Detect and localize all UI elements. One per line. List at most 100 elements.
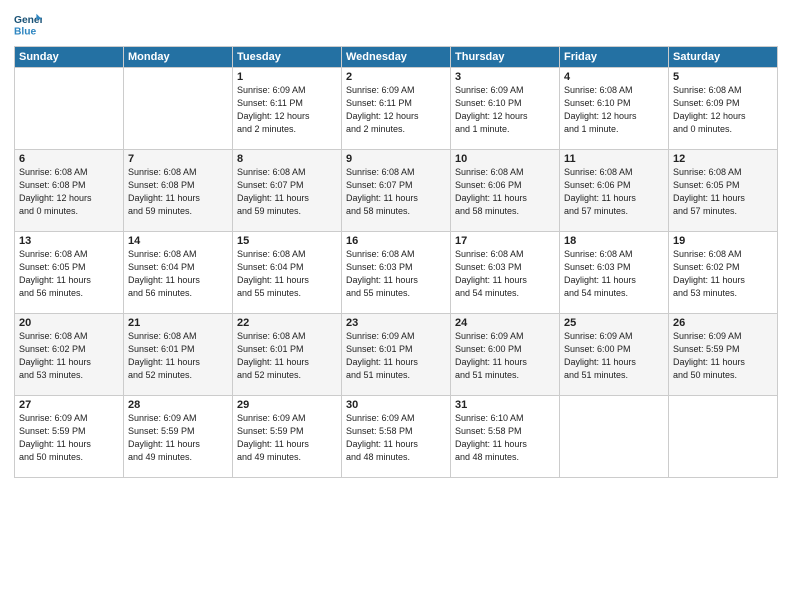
- day-info: Sunrise: 6:08 AMSunset: 6:08 PMDaylight:…: [19, 166, 119, 218]
- calendar-cell: 12Sunrise: 6:08 AMSunset: 6:05 PMDayligh…: [669, 150, 778, 232]
- day-number: 17: [455, 235, 555, 247]
- day-info: Sunrise: 6:08 AMSunset: 6:06 PMDaylight:…: [455, 166, 555, 218]
- day-info: Sunrise: 6:08 AMSunset: 6:05 PMDaylight:…: [19, 248, 119, 300]
- calendar-cell: 28Sunrise: 6:09 AMSunset: 5:59 PMDayligh…: [124, 396, 233, 478]
- calendar-cell: 31Sunrise: 6:10 AMSunset: 5:58 PMDayligh…: [451, 396, 560, 478]
- day-number: 28: [128, 399, 228, 411]
- calendar-cell: 26Sunrise: 6:09 AMSunset: 5:59 PMDayligh…: [669, 314, 778, 396]
- calendar-header-row: SundayMondayTuesdayWednesdayThursdayFrid…: [15, 47, 778, 68]
- calendar-cell: 4Sunrise: 6:08 AMSunset: 6:10 PMDaylight…: [560, 68, 669, 150]
- day-info: Sunrise: 6:08 AMSunset: 6:02 PMDaylight:…: [673, 248, 773, 300]
- day-number: 10: [455, 153, 555, 165]
- header: General Blue: [14, 10, 778, 38]
- calendar-cell: 5Sunrise: 6:08 AMSunset: 6:09 PMDaylight…: [669, 68, 778, 150]
- header-sunday: Sunday: [15, 47, 124, 68]
- calendar-cell: 14Sunrise: 6:08 AMSunset: 6:04 PMDayligh…: [124, 232, 233, 314]
- day-info: Sunrise: 6:08 AMSunset: 6:05 PMDaylight:…: [673, 166, 773, 218]
- calendar-cell: [15, 68, 124, 150]
- calendar-cell: 29Sunrise: 6:09 AMSunset: 5:59 PMDayligh…: [233, 396, 342, 478]
- day-info: Sunrise: 6:08 AMSunset: 6:02 PMDaylight:…: [19, 330, 119, 382]
- day-info: Sunrise: 6:08 AMSunset: 6:04 PMDaylight:…: [128, 248, 228, 300]
- calendar-cell: 16Sunrise: 6:08 AMSunset: 6:03 PMDayligh…: [342, 232, 451, 314]
- day-number: 24: [455, 317, 555, 329]
- logo-icon: General Blue: [14, 10, 42, 38]
- day-number: 9: [346, 153, 446, 165]
- day-info: Sunrise: 6:09 AMSunset: 6:11 PMDaylight:…: [346, 84, 446, 136]
- day-number: 25: [564, 317, 664, 329]
- day-number: 15: [237, 235, 337, 247]
- day-info: Sunrise: 6:08 AMSunset: 6:09 PMDaylight:…: [673, 84, 773, 136]
- day-info: Sunrise: 6:08 AMSunset: 6:08 PMDaylight:…: [128, 166, 228, 218]
- day-number: 3: [455, 71, 555, 83]
- day-info: Sunrise: 6:08 AMSunset: 6:03 PMDaylight:…: [346, 248, 446, 300]
- calendar-cell: 20Sunrise: 6:08 AMSunset: 6:02 PMDayligh…: [15, 314, 124, 396]
- calendar-cell: 7Sunrise: 6:08 AMSunset: 6:08 PMDaylight…: [124, 150, 233, 232]
- day-info: Sunrise: 6:08 AMSunset: 6:04 PMDaylight:…: [237, 248, 337, 300]
- header-tuesday: Tuesday: [233, 47, 342, 68]
- calendar-cell: [124, 68, 233, 150]
- day-info: Sunrise: 6:08 AMSunset: 6:03 PMDaylight:…: [564, 248, 664, 300]
- calendar-cell: [669, 396, 778, 478]
- week-row-5: 27Sunrise: 6:09 AMSunset: 5:59 PMDayligh…: [15, 396, 778, 478]
- week-row-3: 13Sunrise: 6:08 AMSunset: 6:05 PMDayligh…: [15, 232, 778, 314]
- day-info: Sunrise: 6:10 AMSunset: 5:58 PMDaylight:…: [455, 412, 555, 464]
- calendar-cell: 19Sunrise: 6:08 AMSunset: 6:02 PMDayligh…: [669, 232, 778, 314]
- calendar-cell: 8Sunrise: 6:08 AMSunset: 6:07 PMDaylight…: [233, 150, 342, 232]
- day-number: 30: [346, 399, 446, 411]
- calendar-cell: 1Sunrise: 6:09 AMSunset: 6:11 PMDaylight…: [233, 68, 342, 150]
- day-info: Sunrise: 6:09 AMSunset: 6:10 PMDaylight:…: [455, 84, 555, 136]
- day-number: 18: [564, 235, 664, 247]
- day-info: Sunrise: 6:08 AMSunset: 6:01 PMDaylight:…: [237, 330, 337, 382]
- calendar-cell: 10Sunrise: 6:08 AMSunset: 6:06 PMDayligh…: [451, 150, 560, 232]
- day-info: Sunrise: 6:08 AMSunset: 6:07 PMDaylight:…: [237, 166, 337, 218]
- day-info: Sunrise: 6:09 AMSunset: 5:59 PMDaylight:…: [673, 330, 773, 382]
- day-number: 1: [237, 71, 337, 83]
- calendar-cell: [560, 396, 669, 478]
- week-row-4: 20Sunrise: 6:08 AMSunset: 6:02 PMDayligh…: [15, 314, 778, 396]
- day-info: Sunrise: 6:09 AMSunset: 6:00 PMDaylight:…: [564, 330, 664, 382]
- calendar-cell: 30Sunrise: 6:09 AMSunset: 5:58 PMDayligh…: [342, 396, 451, 478]
- day-number: 29: [237, 399, 337, 411]
- day-info: Sunrise: 6:08 AMSunset: 6:10 PMDaylight:…: [564, 84, 664, 136]
- header-saturday: Saturday: [669, 47, 778, 68]
- day-number: 2: [346, 71, 446, 83]
- day-number: 27: [19, 399, 119, 411]
- day-info: Sunrise: 6:09 AMSunset: 6:11 PMDaylight:…: [237, 84, 337, 136]
- day-number: 8: [237, 153, 337, 165]
- day-number: 26: [673, 317, 773, 329]
- day-info: Sunrise: 6:09 AMSunset: 5:59 PMDaylight:…: [19, 412, 119, 464]
- calendar-cell: 17Sunrise: 6:08 AMSunset: 6:03 PMDayligh…: [451, 232, 560, 314]
- header-monday: Monday: [124, 47, 233, 68]
- header-wednesday: Wednesday: [342, 47, 451, 68]
- day-number: 20: [19, 317, 119, 329]
- day-number: 6: [19, 153, 119, 165]
- day-info: Sunrise: 6:08 AMSunset: 6:01 PMDaylight:…: [128, 330, 228, 382]
- calendar-cell: 11Sunrise: 6:08 AMSunset: 6:06 PMDayligh…: [560, 150, 669, 232]
- day-number: 13: [19, 235, 119, 247]
- calendar-cell: 25Sunrise: 6:09 AMSunset: 6:00 PMDayligh…: [560, 314, 669, 396]
- calendar-cell: 3Sunrise: 6:09 AMSunset: 6:10 PMDaylight…: [451, 68, 560, 150]
- calendar-cell: 2Sunrise: 6:09 AMSunset: 6:11 PMDaylight…: [342, 68, 451, 150]
- calendar-cell: 6Sunrise: 6:08 AMSunset: 6:08 PMDaylight…: [15, 150, 124, 232]
- day-info: Sunrise: 6:09 AMSunset: 5:59 PMDaylight:…: [237, 412, 337, 464]
- day-info: Sunrise: 6:08 AMSunset: 6:07 PMDaylight:…: [346, 166, 446, 218]
- header-friday: Friday: [560, 47, 669, 68]
- day-number: 5: [673, 71, 773, 83]
- week-row-2: 6Sunrise: 6:08 AMSunset: 6:08 PMDaylight…: [15, 150, 778, 232]
- calendar-cell: 9Sunrise: 6:08 AMSunset: 6:07 PMDaylight…: [342, 150, 451, 232]
- day-number: 7: [128, 153, 228, 165]
- day-info: Sunrise: 6:09 AMSunset: 6:00 PMDaylight:…: [455, 330, 555, 382]
- calendar-cell: 13Sunrise: 6:08 AMSunset: 6:05 PMDayligh…: [15, 232, 124, 314]
- logo: General Blue: [14, 10, 46, 38]
- day-number: 22: [237, 317, 337, 329]
- day-info: Sunrise: 6:08 AMSunset: 6:06 PMDaylight:…: [564, 166, 664, 218]
- day-number: 12: [673, 153, 773, 165]
- day-info: Sunrise: 6:09 AMSunset: 5:58 PMDaylight:…: [346, 412, 446, 464]
- day-info: Sunrise: 6:08 AMSunset: 6:03 PMDaylight:…: [455, 248, 555, 300]
- week-row-1: 1Sunrise: 6:09 AMSunset: 6:11 PMDaylight…: [15, 68, 778, 150]
- calendar-cell: 27Sunrise: 6:09 AMSunset: 5:59 PMDayligh…: [15, 396, 124, 478]
- calendar-cell: 22Sunrise: 6:08 AMSunset: 6:01 PMDayligh…: [233, 314, 342, 396]
- day-info: Sunrise: 6:09 AMSunset: 5:59 PMDaylight:…: [128, 412, 228, 464]
- day-number: 23: [346, 317, 446, 329]
- day-number: 21: [128, 317, 228, 329]
